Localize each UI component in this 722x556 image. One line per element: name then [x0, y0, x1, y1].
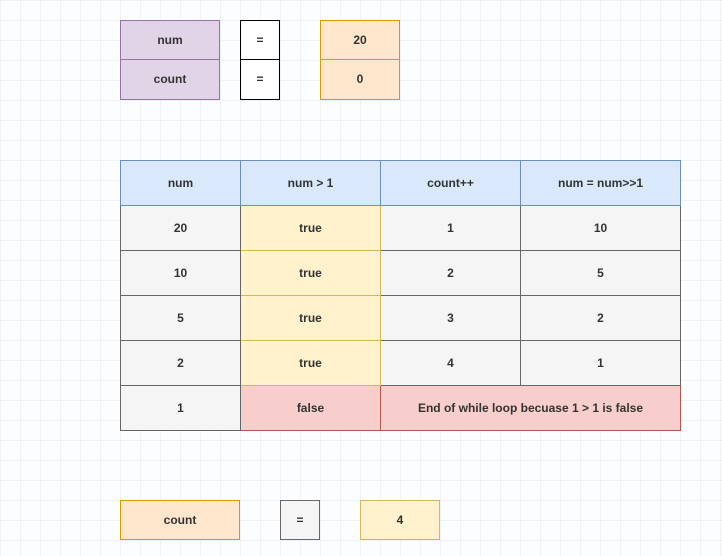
cell-end-msg: End of while loop becuase 1 > 1 is false — [381, 386, 681, 431]
cell-num: 10 — [121, 251, 241, 296]
cell-cond: true — [241, 296, 381, 341]
th-num: num — [121, 161, 241, 206]
trace-row-final: 1 false End of while loop becuase 1 > 1 … — [121, 386, 681, 431]
cell-next: 10 — [521, 206, 681, 251]
cell-next: 5 — [521, 251, 681, 296]
cell-count: 4 — [381, 341, 521, 386]
cell-num: 1 — [121, 386, 241, 431]
cell-count: 2 — [381, 251, 521, 296]
cell-cond: true — [241, 206, 381, 251]
result-value: 4 — [360, 500, 440, 540]
cell-next: 1 — [521, 341, 681, 386]
result-eq: = — [280, 500, 320, 540]
trace-header-row: num num > 1 count++ num = num>>1 — [121, 161, 681, 206]
init-count-label: count — [120, 59, 220, 100]
trace-row: 2 true 4 1 — [121, 341, 681, 386]
cell-num: 2 — [121, 341, 241, 386]
trace-row: 20 true 1 10 — [121, 206, 681, 251]
cell-num: 5 — [121, 296, 241, 341]
cell-count: 1 — [381, 206, 521, 251]
result-label: count — [120, 500, 240, 540]
trace-row: 5 true 3 2 — [121, 296, 681, 341]
init-num-value: 20 — [320, 20, 400, 60]
cell-cond: false — [241, 386, 381, 431]
cell-cond: true — [241, 341, 381, 386]
cell-count: 3 — [381, 296, 521, 341]
th-next: num = num>>1 — [521, 161, 681, 206]
init-num-eq: = — [240, 20, 280, 60]
init-count-eq: = — [240, 59, 280, 100]
th-cond: num > 1 — [241, 161, 381, 206]
cell-next: 2 — [521, 296, 681, 341]
init-count-value: 0 — [320, 59, 400, 100]
cell-cond: true — [241, 251, 381, 296]
trace-row: 10 true 2 5 — [121, 251, 681, 296]
trace-table: num num > 1 count++ num = num>>1 20 true… — [120, 160, 681, 431]
init-num-label: num — [120, 20, 220, 60]
th-count: count++ — [381, 161, 521, 206]
cell-num: 20 — [121, 206, 241, 251]
